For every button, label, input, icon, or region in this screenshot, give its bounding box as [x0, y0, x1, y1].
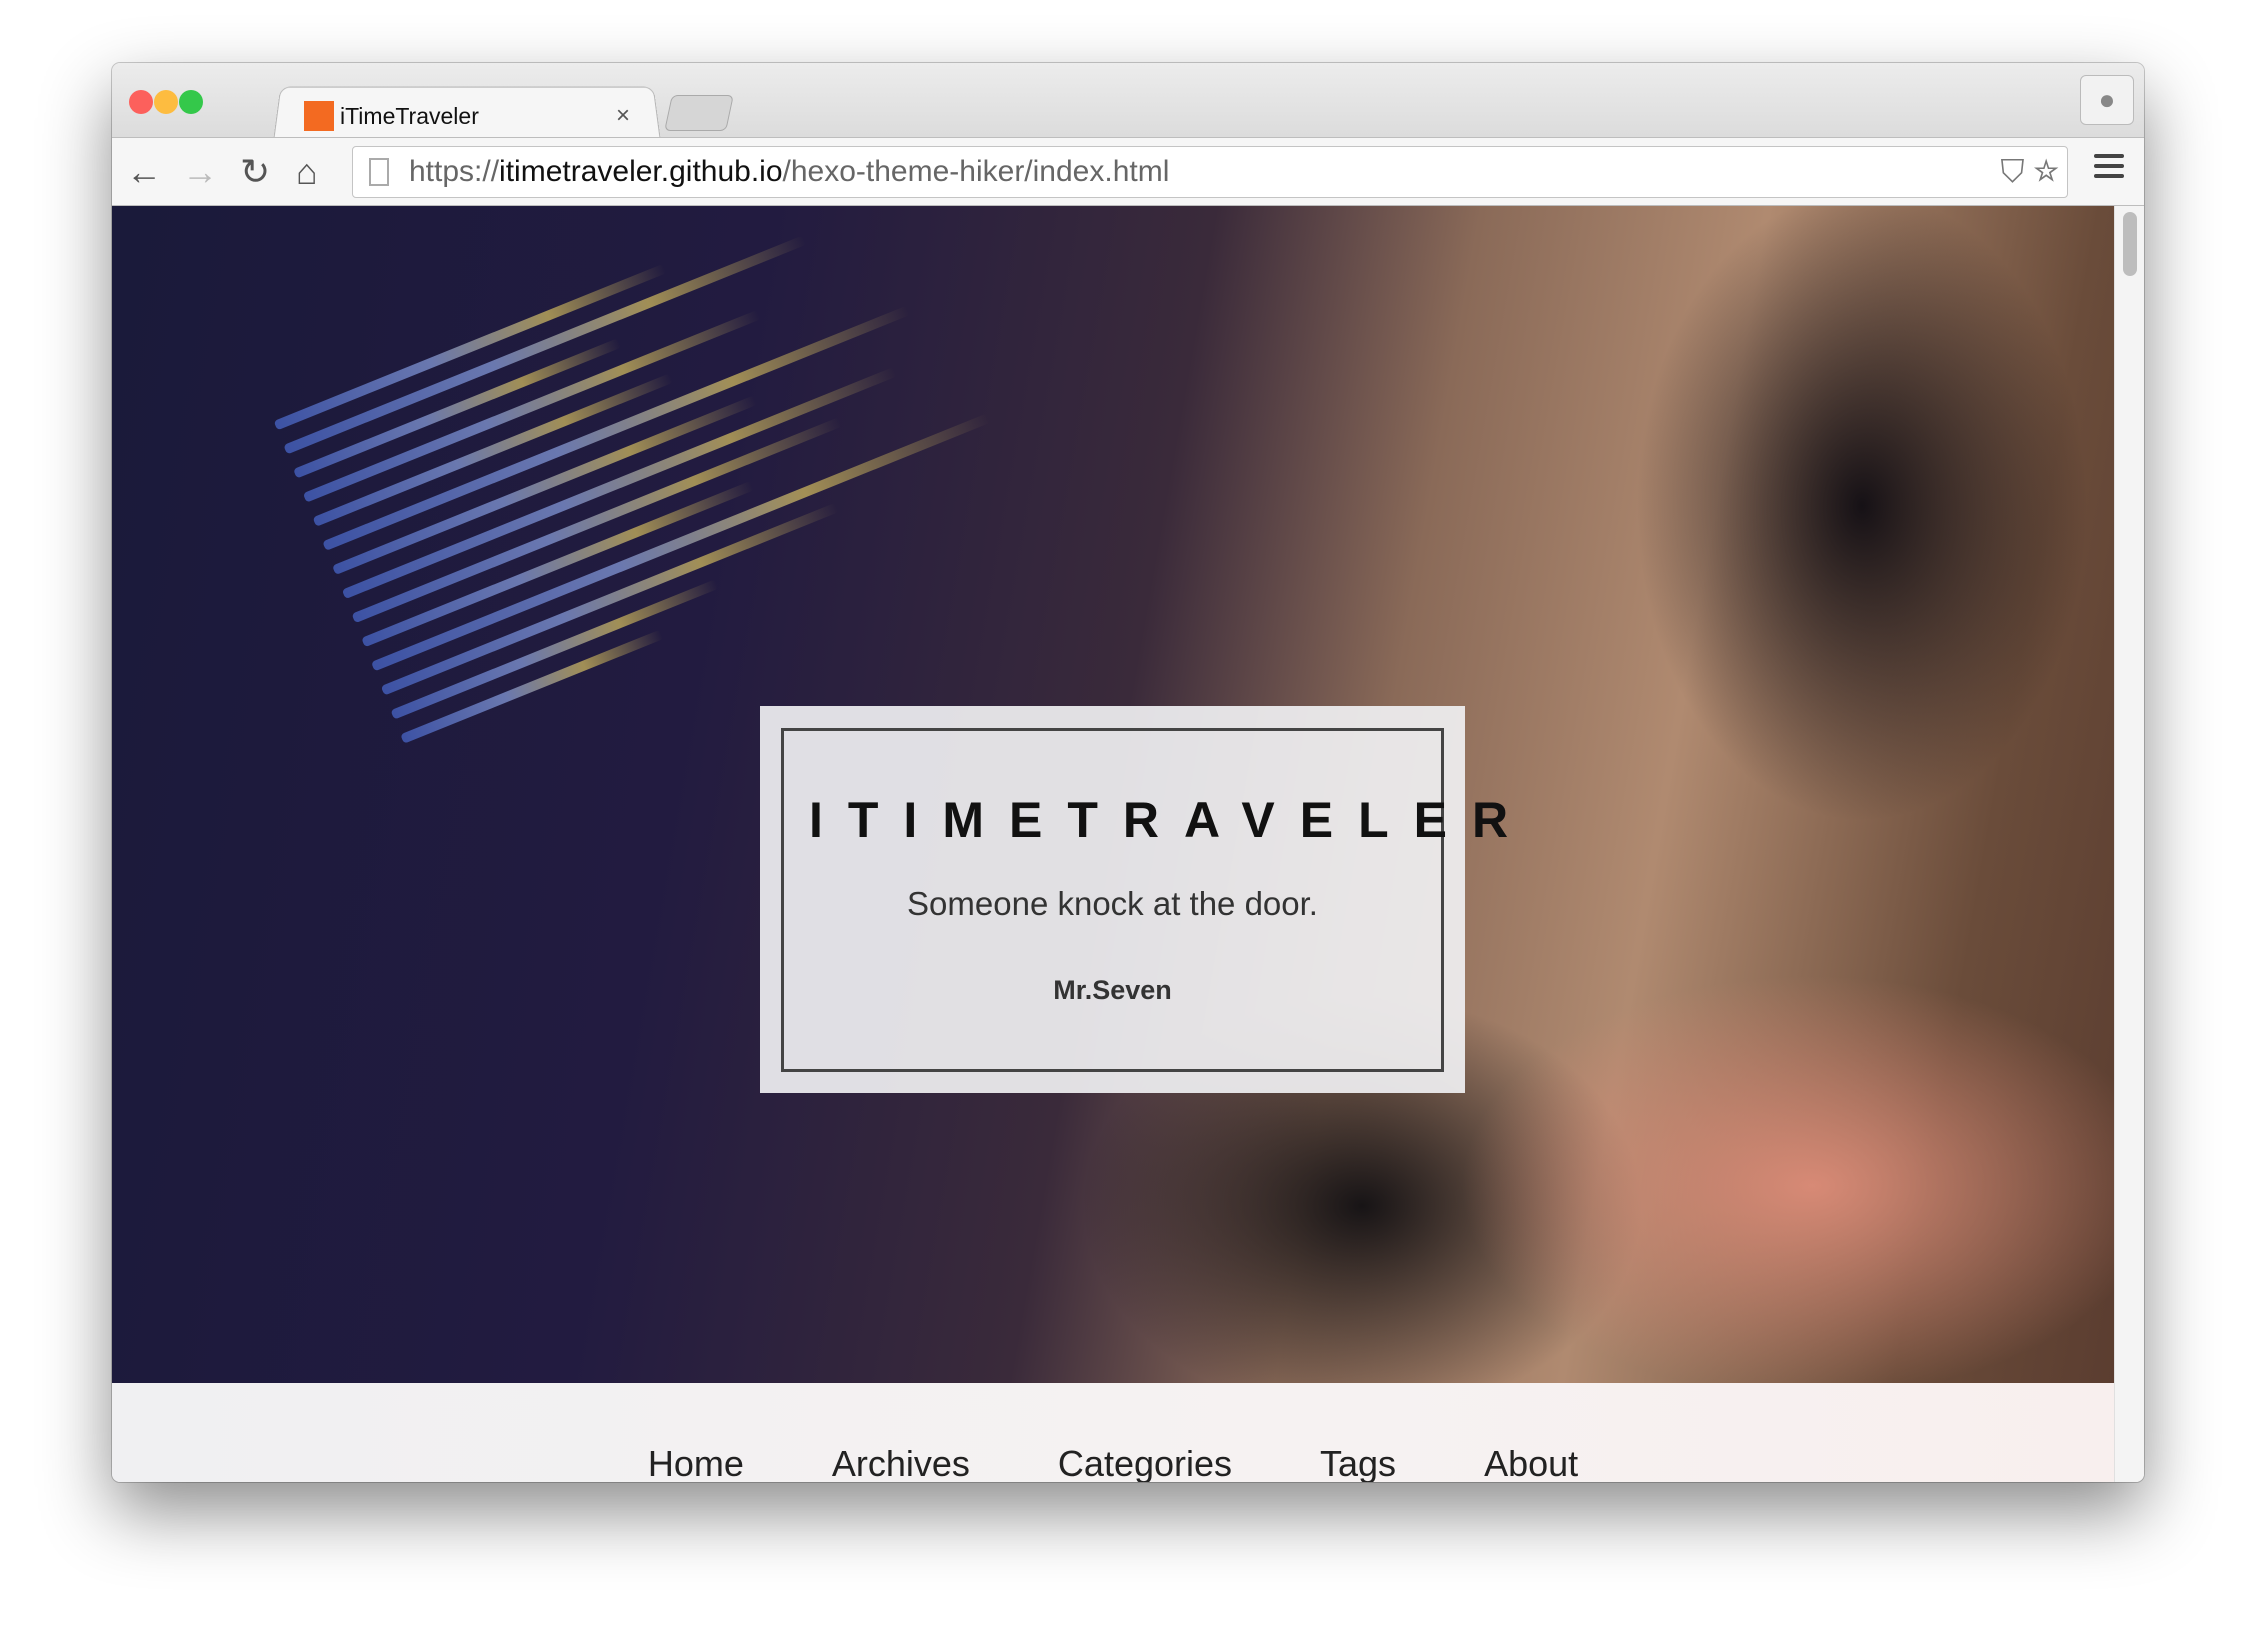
omnibox-actions: ⛉ ☆ — [2000, 153, 2059, 191]
nav-categories[interactable]: Categories — [1058, 1443, 1232, 1482]
toolbar: ← → ↻ ⌂ https://itimetraveler.github.io/… — [112, 137, 2144, 206]
home-icon[interactable]: ⌂ — [296, 152, 318, 192]
zoom-window-button[interactable] — [179, 90, 203, 114]
nav-about[interactable]: About — [1484, 1443, 1578, 1482]
profile-icon[interactable]: ● — [2080, 75, 2134, 125]
reload-icon[interactable]: ↻ — [240, 152, 270, 192]
back-icon[interactable]: ← — [126, 152, 162, 192]
page-viewport: ITIMETRAVELER Someone knock at the door.… — [112, 206, 2144, 1482]
forward-icon[interactable]: → — [182, 152, 218, 192]
url-text[interactable]: https://itimetraveler.github.io/hexo-the… — [409, 155, 1169, 189]
site-author: Mr.Seven — [1053, 975, 1172, 1005]
tab-title: iTimeTraveler — [340, 102, 479, 129]
tab-content[interactable]: iTimeTraveler × — [290, 96, 650, 136]
site-title[interactable]: ITIMETRAVELER — [784, 791, 1508, 849]
scrollbar[interactable] — [2114, 206, 2144, 1482]
new-tab-button[interactable] — [664, 95, 734, 131]
site-title-card: ITIMETRAVELER Someone knock at the door.… — [760, 706, 1508, 1093]
browser-window: iTimeTraveler × ● ← → ↻ ⌂ https://itimet… — [112, 63, 2144, 1482]
bookmark-star-icon[interactable]: ☆ — [2033, 153, 2059, 189]
nav-tags[interactable]: Tags — [1320, 1443, 1396, 1482]
tab-bar: iTimeTraveler × ● — [112, 63, 2144, 139]
nav-archives[interactable]: Archives — [832, 1443, 970, 1482]
address-bar[interactable]: https://itimetraveler.github.io/hexo-the… — [352, 146, 2068, 198]
nav-home[interactable]: Home — [648, 1443, 744, 1482]
minimize-window-button[interactable] — [154, 90, 178, 114]
scrollbar-thumb[interactable] — [2123, 212, 2137, 276]
hero-banner-image: ITIMETRAVELER Someone knock at the door.… — [112, 206, 2114, 1383]
close-window-button[interactable] — [129, 90, 153, 114]
favicon-icon — [304, 101, 334, 131]
menu-icon[interactable] — [2094, 154, 2124, 184]
tab-close-icon[interactable]: × — [616, 102, 630, 130]
main-nav: Home Archives Categories Tags About — [112, 1383, 2114, 1482]
site-subtitle: Someone knock at the door. — [907, 885, 1318, 922]
page-icon — [369, 158, 389, 186]
shield-icon[interactable]: ⛉ — [2000, 153, 2024, 189]
